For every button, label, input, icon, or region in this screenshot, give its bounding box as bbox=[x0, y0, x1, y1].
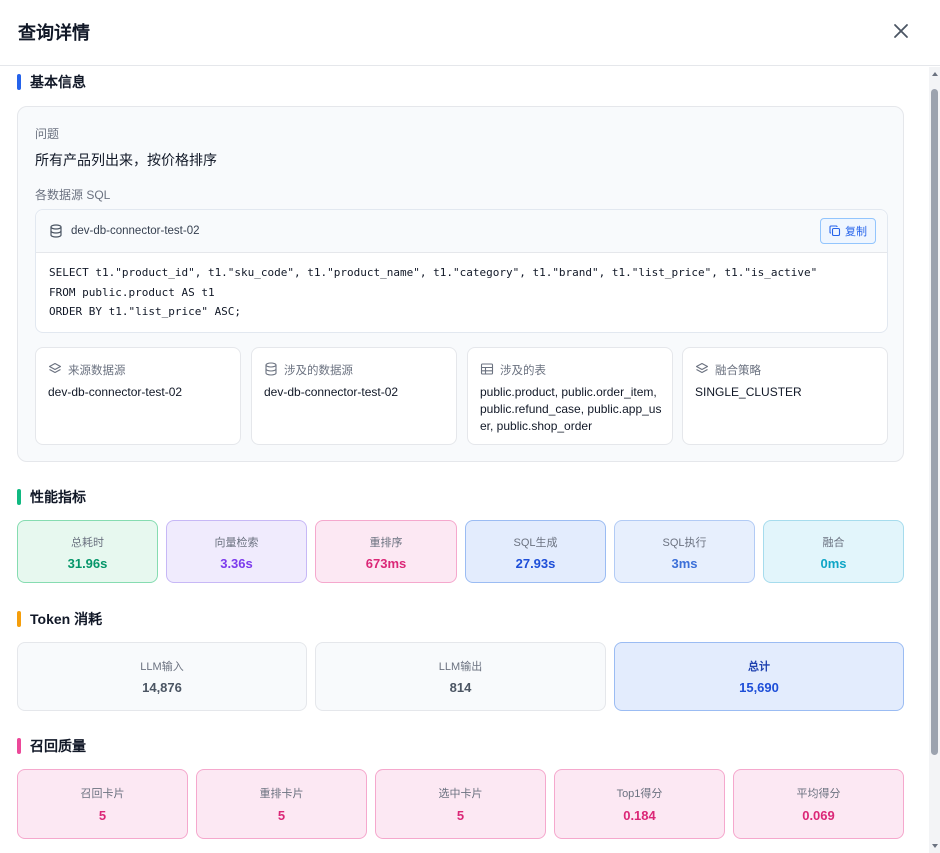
section-accent-bar bbox=[17, 489, 21, 505]
scroll-down-icon[interactable] bbox=[932, 844, 938, 848]
section-accent-bar bbox=[17, 611, 21, 627]
metric-label: 总耗时 bbox=[71, 537, 104, 549]
metric-sql-generation: SQL生成 27.93s bbox=[465, 520, 606, 583]
info-card-label: 涉及的数据源 bbox=[284, 365, 353, 377]
layers-icon bbox=[695, 362, 709, 374]
layers-icon bbox=[48, 362, 62, 374]
close-icon[interactable] bbox=[890, 20, 912, 42]
info-card-datasources: 涉及的数据源 dev-db-connector-test-02 bbox=[251, 347, 457, 445]
info-card-strategy: 融合策略 SINGLE_CLUSTER bbox=[682, 347, 888, 445]
average-score: 平均得分 0.069 bbox=[733, 769, 904, 839]
recall-value: 0.069 bbox=[802, 808, 835, 823]
table-icon bbox=[480, 363, 494, 375]
info-card-value: dev-db-connector-test-02 bbox=[48, 385, 183, 399]
top1-score: Top1得分 0.184 bbox=[554, 769, 725, 839]
metric-vector-search: 向量检索 3.36s bbox=[166, 520, 307, 583]
token-llm-output: LLM输出 814 bbox=[315, 642, 606, 711]
info-card-label: 来源数据源 bbox=[68, 365, 126, 377]
metric-value: 27.93s bbox=[515, 556, 556, 571]
dialog-title: 查询详情 bbox=[18, 23, 90, 43]
recall-value: 5 bbox=[456, 808, 465, 823]
section-recall-title: 召回质量 bbox=[17, 737, 86, 755]
info-card-source: 来源数据源 dev-db-connector-test-02 bbox=[35, 347, 241, 445]
metric-value: 3.36s bbox=[220, 556, 253, 571]
info-card-label: 涉及的表 bbox=[500, 365, 546, 377]
sql-section-label: 各数据源 SQL bbox=[35, 188, 111, 202]
section-accent-bar bbox=[17, 738, 21, 754]
token-label: LLM输出 bbox=[438, 661, 483, 673]
section-performance-title: 性能指标 bbox=[17, 488, 86, 506]
database-icon bbox=[265, 362, 277, 376]
section-accent-bar bbox=[17, 74, 21, 90]
metric-label: SQL生成 bbox=[513, 537, 558, 549]
copy-icon bbox=[829, 225, 841, 237]
metric-label: 重排序 bbox=[369, 537, 403, 549]
sql-card-header: dev-db-connector-test-02 复制 bbox=[36, 210, 887, 253]
section-label: 召回质量 bbox=[30, 738, 86, 754]
metric-value: 31.96s bbox=[67, 556, 108, 571]
metric-value: 673ms bbox=[365, 556, 407, 571]
info-card-label: 融合策略 bbox=[715, 365, 761, 377]
metric-label: 融合 bbox=[822, 537, 845, 549]
sql-code-block: SELECT t1."product_id", t1."sku_code", t… bbox=[49, 263, 817, 322]
sql-card: dev-db-connector-test-02 复制 SELECT t1."p… bbox=[35, 209, 888, 333]
metric-label: SQL执行 bbox=[662, 537, 707, 549]
rerank-cards: 重排卡片 5 bbox=[196, 769, 367, 839]
recall-value: 5 bbox=[277, 808, 286, 823]
token-llm-input: LLM输入 14,876 bbox=[17, 642, 307, 711]
sql-line: FROM public.product AS t1 bbox=[49, 285, 215, 299]
info-card-value: public.product, public.order_item, publi… bbox=[480, 385, 662, 433]
scrollbar-thumb[interactable] bbox=[931, 89, 938, 755]
copy-button[interactable]: 复制 bbox=[820, 218, 876, 244]
sql-source-name: dev-db-connector-test-02 bbox=[71, 225, 200, 237]
metric-label: 向量检索 bbox=[214, 537, 259, 549]
recall-value: 0.184 bbox=[623, 808, 656, 823]
metric-rerank: 重排序 673ms bbox=[315, 520, 457, 583]
section-label: 基本信息 bbox=[30, 74, 86, 90]
section-label: 性能指标 bbox=[30, 489, 86, 505]
recall-value: 5 bbox=[98, 808, 107, 823]
selected-cards: 选中卡片 5 bbox=[375, 769, 546, 839]
section-tokens-title: Token 消耗 bbox=[17, 610, 102, 628]
recall-label: Top1得分 bbox=[616, 788, 663, 800]
token-value: 814 bbox=[449, 680, 472, 695]
scroll-up-icon[interactable] bbox=[932, 72, 938, 76]
token-value: 15,690 bbox=[739, 680, 779, 695]
database-icon bbox=[50, 224, 62, 238]
copy-label: 复制 bbox=[845, 226, 867, 238]
recall-label: 选中卡片 bbox=[438, 788, 483, 800]
token-label: LLM输入 bbox=[140, 661, 184, 673]
metric-sql-execution: SQL执行 3ms bbox=[614, 520, 755, 583]
recall-cards: 召回卡片 5 bbox=[17, 769, 188, 839]
sql-line: ORDER BY t1."list_price" ASC; bbox=[49, 305, 242, 318]
basic-info-panel: 问题 所有产品列出来，按价格排序 各数据源 SQL dev-db-connect… bbox=[17, 106, 904, 462]
question-label: 问题 bbox=[35, 127, 60, 141]
metric-total-time: 总耗时 31.96s bbox=[17, 520, 158, 583]
info-card-value: dev-db-connector-test-02 bbox=[264, 385, 399, 399]
section-label: Token 消耗 bbox=[30, 611, 103, 627]
metric-value: 0ms bbox=[820, 556, 847, 571]
section-basic-title: 基本信息 bbox=[17, 73, 86, 91]
info-card-value: SINGLE_CLUSTER bbox=[695, 385, 802, 399]
metric-fusion: 融合 0ms bbox=[763, 520, 904, 583]
token-total: 总计 15,690 bbox=[614, 642, 904, 711]
token-label: 总计 bbox=[748, 661, 770, 673]
info-card-tables: 涉及的表 public.product, public.order_item, … bbox=[467, 347, 673, 445]
recall-label: 召回卡片 bbox=[80, 788, 125, 800]
sql-line: SELECT t1."product_id", t1."sku_code", t… bbox=[49, 266, 818, 279]
dialog-header: 查询详情 bbox=[0, 0, 940, 66]
metric-value: 3ms bbox=[671, 556, 698, 571]
token-value: 14,876 bbox=[142, 680, 182, 695]
question-text: 所有产品列出来，按价格排序 bbox=[35, 152, 217, 168]
recall-label: 重排卡片 bbox=[259, 788, 304, 800]
scrollbar[interactable] bbox=[929, 67, 940, 853]
recall-label: 平均得分 bbox=[796, 788, 841, 800]
